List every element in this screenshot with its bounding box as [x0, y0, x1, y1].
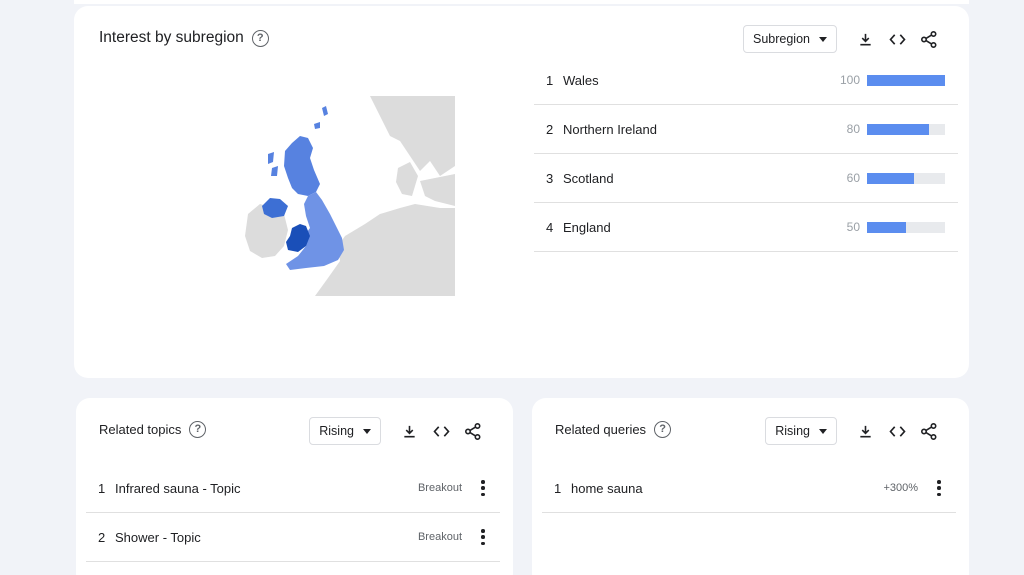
download-button[interactable]: [393, 417, 425, 445]
more-vert-icon[interactable]: [480, 480, 486, 496]
code-icon: [888, 33, 906, 45]
queries-list: 1 home sauna +300%: [542, 464, 956, 513]
queries-filter-label: Rising: [775, 424, 810, 438]
related-topics-card: Related topics ? Rising 1 Infrared sauna…: [76, 398, 513, 575]
item-name[interactable]: home sauna: [571, 481, 643, 496]
share-button[interactable]: [913, 25, 945, 53]
help-circle-icon[interactable]: ?: [189, 421, 207, 438]
top-strip: [74, 0, 969, 4]
help-circle-icon[interactable]: ?: [654, 421, 672, 438]
region-name: Northern Ireland: [563, 121, 657, 137]
download-button[interactable]: [849, 25, 881, 53]
more-vert-icon[interactable]: [480, 529, 486, 545]
region-rank: 2: [546, 121, 554, 137]
help-circle-icon[interactable]: ?: [251, 29, 269, 47]
caret-down-icon: [819, 428, 827, 434]
embed-button[interactable]: [881, 417, 913, 445]
download-icon: [403, 425, 415, 437]
card-title-text: Interest by subregion: [99, 29, 244, 46]
region-value: 60: [846, 171, 860, 185]
subregion-map[interactable]: [240, 96, 455, 296]
region-row[interactable]: 4 England 50: [534, 203, 958, 252]
card-title: Interest by subregion ?: [99, 29, 269, 47]
subregion-list: 1 Wales 100 2 Northern Ireland 80 3 Scot…: [534, 56, 958, 252]
region-value: 100: [839, 73, 860, 87]
region-rank: 1: [546, 72, 554, 88]
item-rank: 2: [98, 529, 106, 545]
map-islands-west: [268, 152, 278, 176]
embed-button[interactable]: [881, 25, 913, 53]
topics-filter-dropdown[interactable]: Rising: [309, 417, 381, 445]
map-land-norway: [370, 96, 455, 176]
code-icon: [432, 425, 450, 437]
region-name: Wales: [563, 72, 599, 88]
download-button[interactable]: [849, 417, 881, 445]
item-value: Breakout: [417, 482, 462, 494]
more-vert-icon[interactable]: [936, 480, 942, 496]
subregion-dropdown-label: Subregion: [753, 32, 810, 46]
region-value: 80: [846, 122, 860, 136]
map-islands-north: [314, 106, 328, 129]
map-region-scotland[interactable]: [284, 136, 320, 196]
item-value: Breakout: [417, 531, 462, 543]
related-queries-card: Related queries ? Rising 1 home sauna +3…: [532, 398, 969, 575]
region-row[interactable]: 3 Scotland 60: [534, 154, 958, 203]
share-icon: [465, 422, 481, 440]
card-toolbar: Rising: [309, 417, 489, 445]
share-icon: [921, 422, 937, 440]
queries-filter-dropdown[interactable]: Rising: [765, 417, 837, 445]
share-button[interactable]: [913, 417, 945, 445]
list-item[interactable]: 1 home sauna +300%: [542, 464, 956, 513]
map-land-denmark: [396, 162, 418, 196]
region-bar: [867, 221, 945, 233]
region-name: Scotland: [563, 170, 614, 186]
region-bar: [867, 123, 945, 135]
item-rank: 1: [554, 480, 562, 496]
caret-down-icon: [363, 428, 371, 434]
region-row[interactable]: 2 Northern Ireland 80: [534, 105, 958, 154]
region-bar: [867, 74, 945, 86]
item-name[interactable]: Infrared sauna - Topic: [115, 481, 241, 496]
region-name: England: [563, 219, 611, 235]
card-title-text: Related queries: [555, 422, 647, 437]
share-button[interactable]: [457, 417, 489, 445]
topics-list: 1 Infrared sauna - Topic Breakout 2 Show…: [86, 464, 500, 562]
card-title-text: Related topics: [99, 422, 182, 437]
caret-down-icon: [819, 36, 827, 42]
card-title: Related queries ?: [555, 421, 672, 438]
region-bar: [867, 172, 945, 184]
share-icon: [921, 30, 937, 48]
card-toolbar: Rising: [765, 417, 945, 445]
item-name[interactable]: Shower - Topic: [115, 530, 201, 545]
embed-button[interactable]: [425, 417, 457, 445]
card-title: Related topics ?: [99, 421, 207, 438]
list-item[interactable]: 1 Infrared sauna - Topic Breakout: [86, 464, 500, 513]
download-icon: [859, 33, 871, 45]
region-rank: 4: [546, 219, 554, 235]
region-row[interactable]: 1 Wales 100: [534, 56, 958, 105]
region-value: 50: [846, 220, 860, 234]
item-value: +300%: [883, 482, 918, 494]
code-icon: [888, 425, 906, 437]
topics-filter-label: Rising: [319, 424, 354, 438]
download-icon: [859, 425, 871, 437]
interest-by-subregion-card: Interest by subregion ? Subregion 1 Wale…: [74, 6, 969, 378]
card-toolbar: Subregion: [743, 25, 945, 53]
list-item[interactable]: 2 Shower - Topic Breakout: [86, 513, 500, 562]
item-rank: 1: [98, 480, 106, 496]
region-rank: 3: [546, 170, 554, 186]
map-land-sweden-south: [420, 174, 455, 206]
subregion-dropdown[interactable]: Subregion: [743, 25, 837, 53]
